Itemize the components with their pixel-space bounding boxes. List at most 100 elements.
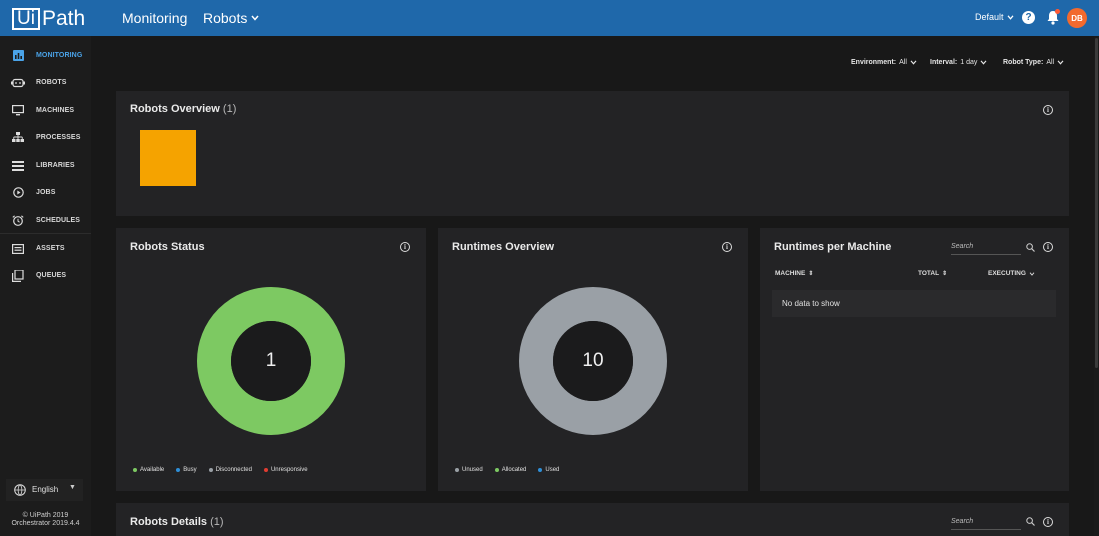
language-selector[interactable]: English ▼ bbox=[6, 479, 83, 501]
robots-details-title-text: Robots Details bbox=[130, 516, 208, 528]
runtimes-overview-legend: Unused Allocated Used bbox=[455, 467, 559, 473]
robots-status-legend: Available Busy Disconnected Unresponsive bbox=[133, 467, 308, 473]
sidebar-item-queues[interactable]: QUEUES bbox=[0, 262, 91, 289]
legend-label: Unresponsive bbox=[270, 467, 308, 473]
language-label: English bbox=[32, 485, 59, 494]
info-icon[interactable]: i bbox=[722, 242, 732, 252]
interval-filter-label: Interval: bbox=[930, 59, 958, 66]
runtimes-overview-title: Runtimes Overview bbox=[452, 241, 555, 253]
asset-icon bbox=[11, 243, 25, 255]
sort-desc-icon bbox=[1029, 271, 1035, 276]
info-icon[interactable]: i bbox=[1043, 517, 1053, 527]
sidebar-item-label: MONITORING bbox=[36, 52, 83, 59]
robots-overview-title: Robots Overview (1) bbox=[130, 103, 236, 115]
legend-label: Allocated bbox=[501, 467, 527, 473]
sidebar-item-label: QUEUES bbox=[36, 272, 67, 279]
runtimes-per-machine-card: Runtimes per Machine Search i MACHINE ⇕ … bbox=[760, 228, 1069, 491]
sidebar-item-machines[interactable]: MACHINES bbox=[0, 97, 91, 124]
runtimes-overview-total: 10 bbox=[582, 350, 604, 371]
search-input[interactable]: Search bbox=[951, 241, 1021, 255]
top-bar: Ui Path Monitoring Robots Default ? DB bbox=[0, 0, 1099, 36]
caret-down-icon: ▼ bbox=[69, 484, 76, 491]
logo-text: Path bbox=[41, 7, 86, 30]
legend-item-disconnected[interactable]: Disconnected bbox=[208, 467, 252, 473]
robots-status-total: 1 bbox=[265, 350, 277, 371]
sort-icon: ⇕ bbox=[808, 271, 814, 277]
legend-label: Disconnected bbox=[215, 467, 252, 473]
column-header-label: EXECUTING bbox=[988, 270, 1026, 277]
sidebar-item-libraries[interactable]: LIBRARIES bbox=[0, 152, 91, 179]
legend-dot bbox=[455, 468, 459, 472]
robots-overview-count: (1) bbox=[222, 103, 237, 115]
search-icon[interactable] bbox=[1026, 243, 1035, 252]
robots-overview-card: Robots Overview (1) i bbox=[116, 91, 1069, 216]
monitoring-icon bbox=[11, 50, 25, 62]
runtimes-per-machine-title: Runtimes per Machine bbox=[774, 241, 892, 253]
legend-item-unresponsive[interactable]: Unresponsive bbox=[263, 467, 308, 473]
legend-dot bbox=[208, 468, 213, 472]
process-tree-icon bbox=[11, 132, 25, 144]
legend-item-busy[interactable]: Busy bbox=[176, 467, 197, 473]
legend-item-unused[interactable]: Unused bbox=[455, 467, 483, 473]
legend-dot bbox=[494, 468, 499, 472]
legend-label: Unused bbox=[462, 467, 483, 473]
chevron-down-icon bbox=[251, 15, 259, 21]
sidebar-item-jobs[interactable]: JOBS bbox=[0, 179, 91, 206]
help-icon[interactable]: ? bbox=[1022, 11, 1035, 24]
sidebar-item-label: JOBS bbox=[36, 189, 56, 196]
info-icon[interactable]: i bbox=[1043, 242, 1053, 252]
robots-status-title: Robots Status bbox=[130, 241, 205, 253]
sidebar-item-label: PROCESSES bbox=[36, 134, 81, 141]
legend-dot bbox=[263, 468, 268, 472]
sidebar-item-robots[interactable]: ROBOTS bbox=[0, 69, 91, 96]
chevron-down-icon bbox=[910, 60, 917, 65]
legend-label: Busy bbox=[183, 467, 197, 473]
robots-details-title: Robots Details (1) bbox=[130, 516, 224, 528]
tenant-dropdown[interactable]: Default bbox=[975, 12, 1014, 22]
chevron-down-icon bbox=[1007, 14, 1014, 20]
empty-state-row: No data to show bbox=[772, 290, 1056, 317]
sidebar-divider bbox=[0, 233, 91, 234]
sidebar-item-assets[interactable]: ASSETS bbox=[0, 235, 91, 262]
play-circle-icon bbox=[11, 187, 25, 199]
legend-item-available[interactable]: Available bbox=[133, 467, 164, 473]
search-input[interactable]: Search bbox=[951, 516, 1021, 530]
notification-dot bbox=[1055, 9, 1060, 14]
column-header-machine[interactable]: MACHINE ⇕ bbox=[775, 270, 813, 277]
column-header-executing[interactable]: EXECUTING bbox=[988, 270, 1035, 277]
column-header-label: TOTAL bbox=[918, 270, 940, 277]
robots-dropdown[interactable]: Robots bbox=[203, 10, 259, 26]
scrollbar-thumb[interactable] bbox=[1095, 38, 1098, 368]
column-header-total[interactable]: TOTAL ⇕ bbox=[918, 270, 947, 277]
legend-dot bbox=[176, 468, 181, 472]
alarm-clock-icon bbox=[11, 215, 25, 227]
interval-filter[interactable]: Interval: 1 day bbox=[930, 59, 987, 66]
uipath-logo[interactable]: Ui Path bbox=[12, 7, 85, 31]
robot-icon bbox=[11, 77, 25, 89]
legend-dot bbox=[538, 468, 543, 472]
globe-icon bbox=[14, 484, 26, 496]
legend-item-allocated[interactable]: Allocated bbox=[494, 467, 527, 473]
queue-icon bbox=[11, 269, 25, 282]
info-icon[interactable]: i bbox=[400, 242, 410, 252]
sidebar-item-processes[interactable]: PROCESSES bbox=[0, 124, 91, 151]
page-scrollbar[interactable] bbox=[1094, 36, 1099, 536]
environment-filter[interactable]: Environment: All bbox=[851, 59, 917, 66]
avatar[interactable]: DB bbox=[1067, 8, 1087, 28]
interval-filter-value: 1 day bbox=[960, 59, 978, 66]
environment-filter-label: Environment: bbox=[851, 59, 897, 66]
robots-details-card: Robots Details (1) Search i bbox=[116, 503, 1069, 536]
sidebar-item-label: ASSETS bbox=[36, 245, 65, 252]
sidebar-item-label: MACHINES bbox=[36, 107, 75, 114]
legend-item-used[interactable]: Used bbox=[538, 467, 559, 473]
robot-tile[interactable] bbox=[140, 130, 196, 186]
info-icon[interactable]: i bbox=[1043, 105, 1053, 115]
robots-details-count: (1) bbox=[210, 516, 224, 528]
column-header-label: MACHINE bbox=[775, 270, 806, 277]
sidebar-item-schedules[interactable]: SCHEDULES bbox=[0, 207, 91, 234]
legend-dot bbox=[133, 468, 137, 472]
sidebar-item-monitoring[interactable]: MONITORING bbox=[0, 42, 91, 69]
search-icon[interactable] bbox=[1026, 517, 1035, 526]
section-title[interactable]: Monitoring bbox=[122, 10, 187, 26]
robot-type-filter[interactable]: Robot Type: All bbox=[1003, 59, 1064, 66]
